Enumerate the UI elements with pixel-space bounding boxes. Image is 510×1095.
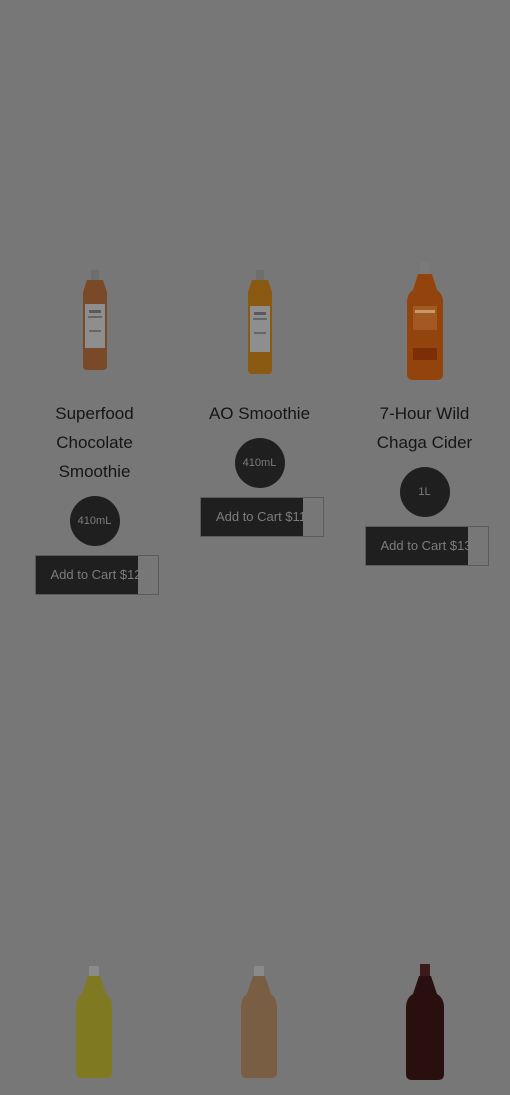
product-title-line: Superfood (55, 404, 134, 423)
product-image[interactable] (403, 262, 447, 380)
product-image[interactable] (242, 270, 278, 374)
add-to-cart-button[interactable]: Add to Cart $13 (365, 526, 489, 566)
product-title[interactable]: Superfood Chocolate Smoothie (12, 399, 177, 486)
product-title-line: 7-Hour Wild (379, 404, 470, 423)
product-title-line: AO Smoothie (208, 404, 311, 423)
size-badge: 410mL (234, 438, 285, 488)
smoothie-bottle-icon (247, 270, 272, 374)
product-image[interactable] (239, 966, 279, 1083)
add-to-cart-button[interactable]: Add to Cart $12 (35, 555, 159, 595)
cider-bottle-icon (406, 262, 443, 380)
product-image[interactable] (77, 270, 113, 370)
product-image[interactable] (74, 966, 114, 1083)
cart-button-label: Add to Cart $11 (215, 509, 307, 524)
bottle-icon (76, 966, 112, 1078)
size-badge: 410mL (69, 496, 120, 546)
product-title[interactable]: AO Smoothie (177, 399, 342, 428)
cart-button-label: Add to Cart $12 (50, 567, 142, 582)
product-title[interactable]: 7-Hour Wild Chaga Cider (342, 399, 507, 457)
bottle-icon (406, 964, 444, 1080)
cart-button-label: Add to Cart $13 (380, 538, 472, 553)
add-to-cart-button[interactable]: Add to Cart $11 (200, 497, 324, 537)
product-image[interactable] (404, 964, 446, 1085)
size-badge: 1L (399, 467, 450, 517)
smoothie-bottle-icon (82, 270, 107, 370)
bottle-icon (241, 966, 277, 1078)
product-title-line: Chaga Cider (376, 433, 473, 452)
product-title-line: Chocolate (56, 433, 133, 452)
product-title-line: Smoothie (58, 462, 131, 481)
